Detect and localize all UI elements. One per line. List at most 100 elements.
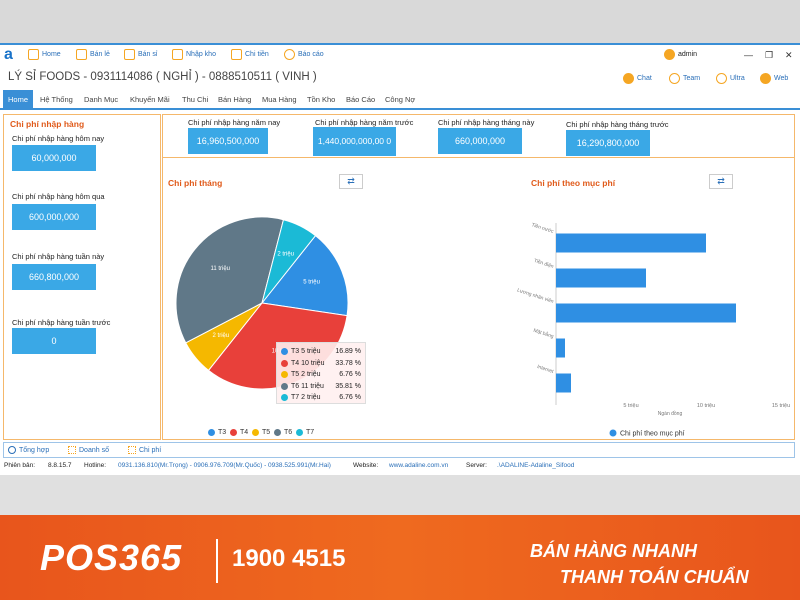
pie-slice-label: 11 triệu [210, 266, 230, 272]
menu-sales[interactable]: Bán Hàng [218, 95, 251, 104]
legend-dot-icon [281, 382, 288, 390]
toolbar-report-button[interactable]: Báo cáo [284, 49, 324, 60]
legend-label: T6 [284, 429, 293, 436]
tooltip-row: T4 10 triệu 33.78 % [281, 358, 361, 370]
bar-1[interactable] [556, 268, 646, 288]
legend-dot-icon [296, 429, 303, 436]
toolbar-label: Nhập kho [186, 51, 216, 58]
minimize-button[interactable]: — [744, 50, 753, 60]
stat-label: Chi phí nhập hàng tuần này [12, 252, 105, 261]
home-icon [28, 49, 39, 60]
title-bar: LÝ SỈ FOODS - 0931114086 ( NGHỈ ) - 0888… [0, 67, 800, 89]
pie-chart-title: Chi phí tháng [168, 178, 223, 188]
team-button[interactable]: Team [669, 73, 700, 84]
pie-legend-item[interactable]: T7 [296, 429, 314, 436]
bar-0[interactable] [556, 233, 706, 253]
menu-home[interactable]: Home [3, 90, 34, 110]
stat-label: Chi phí nhập hàng năm trước [315, 118, 414, 127]
pie-slice-label: 5 triệu [303, 279, 320, 285]
cart-icon [124, 49, 135, 60]
ultra-button[interactable]: Ultra [716, 73, 745, 84]
toolbar-wholesale-button[interactable]: Bán sỉ [124, 49, 157, 60]
window-title: LÝ SỈ FOODS - 0931114086 ( NGHỈ ) - 0888… [8, 71, 317, 83]
tooltip-percent: 35.81 % [335, 382, 361, 390]
menu-purchase[interactable]: Mua Hàng [262, 95, 297, 104]
bar-2[interactable] [556, 303, 736, 323]
tab-label: Doanh số [79, 446, 109, 454]
bar-4[interactable] [556, 373, 571, 393]
banner-slogan-1: BÁN HÀNG NHANH [530, 541, 697, 561]
import-cost-panel: Chi phí nhập hàng Chi phí nhập hàng hôm … [3, 114, 161, 440]
pie-refresh-button[interactable]: ⇄ [339, 174, 363, 189]
refresh-icon: ⇄ [347, 176, 355, 186]
bar-category-label: Tiền điện [533, 258, 554, 270]
pie-tooltip: T3 5 triệu 16.89 % T4 10 triệu 33.78 % T5 2 … [276, 342, 366, 404]
status-bar: Phiên bản: 8.8.15.7 Hotline: 0931.136.81… [0, 460, 800, 474]
toolbar-label: Chi tiền [245, 51, 269, 58]
pie-slice-label: 2 triệu [277, 251, 294, 257]
pie-legend-item[interactable]: T6 [274, 429, 292, 436]
website-link[interactable]: www.adaline.com.vn [389, 462, 448, 469]
bar-category-label: Lương nhân viên [516, 287, 554, 305]
stat-value: 1,440,000,000,00 0 [313, 127, 396, 156]
circle-icon [8, 446, 16, 454]
menu-finance[interactable]: Thu Chi [182, 95, 208, 104]
bar-tick-label: 5 triệu [623, 403, 638, 409]
web-button[interactable]: Web [760, 73, 788, 84]
toolbar-label: Báo cáo [298, 51, 324, 58]
toolbar-import-button[interactable]: Nhập kho [172, 49, 216, 60]
hotline-label: Hotline: [84, 462, 107, 469]
restore-button[interactable]: ❐ [765, 50, 773, 61]
legend-dot-icon [208, 429, 215, 436]
menu-inventory[interactable]: Tồn Kho [307, 95, 335, 104]
user-menu[interactable]: admin [664, 49, 697, 60]
app-window: a Home Bán lẻ Bán sỉ Nhập kho Chi tiền B… [0, 43, 800, 475]
version-label: Phiên bản: [4, 462, 36, 469]
grid-icon [128, 446, 136, 454]
menu-promotion[interactable]: Khuyến Mãi [130, 95, 170, 104]
pos365-logo: POS365 [40, 537, 183, 578]
toolbar-expense-button[interactable]: Chi tiền [231, 49, 269, 60]
legend-dot-icon [609, 429, 617, 437]
bar-legend-label[interactable]: Chi phí theo mục phí [620, 431, 685, 438]
toolbar-home-button[interactable]: Home [28, 49, 61, 60]
tab-expense[interactable]: Chi phí [128, 446, 161, 454]
bar-tick-label: 10 triệu [697, 403, 715, 409]
website-label: Website: [353, 462, 379, 469]
stat-value: 660,800,000 [12, 264, 96, 290]
globe-icon [760, 73, 771, 84]
main-toolbar: a Home Bán lẻ Bán sỉ Nhập kho Chi tiền B… [0, 45, 800, 67]
bar-3[interactable] [556, 338, 565, 358]
chat-button[interactable]: Chat [623, 73, 652, 84]
money-icon [231, 49, 242, 60]
bar-refresh-button[interactable]: ⇄ [709, 174, 733, 189]
menu-system[interactable]: Hệ Thống [40, 95, 73, 104]
bar-chart-title: Chi phí theo mục phí [531, 178, 616, 188]
stat-value: 16,960,500,000 [188, 128, 268, 154]
grid-icon [68, 446, 76, 454]
legend-dot-icon [252, 429, 259, 436]
tooltip-percent: 6.76 % [339, 371, 361, 379]
bar-category-label: Mặt bằng [533, 327, 555, 340]
pie-legend-item[interactable]: T3 [208, 429, 226, 436]
toolbar-label: Bán sỉ [138, 51, 158, 58]
close-button[interactable]: ✕ [785, 50, 793, 61]
ultra-label: Ultra [730, 75, 745, 82]
server-value: .\ADALINE-Adaline_Sifood [497, 462, 575, 469]
menu-reports[interactable]: Báo Cáo [346, 95, 375, 104]
tab-summary[interactable]: Tổng hợp [8, 446, 49, 454]
menu-catalog[interactable]: Danh Mục [84, 95, 118, 104]
tab-revenue[interactable]: Doanh số [68, 446, 109, 454]
legend-dot-icon [281, 394, 288, 402]
pie-legend-item[interactable]: T5 [252, 429, 270, 436]
stat-value: 660,000,000 [438, 128, 522, 154]
chat-label: Chat [637, 75, 652, 82]
stat-label: Chi phí nhập hàng tháng này [438, 118, 535, 127]
toolbar-retail-button[interactable]: Bán lẻ [76, 49, 110, 60]
stat-label: Chi phí nhập hàng tuần trước [12, 318, 111, 327]
menu-debt[interactable]: Công Nợ [385, 95, 415, 104]
pie-slice-label: 2 triệu [213, 333, 230, 339]
tooltip-percent: 33.78 % [335, 359, 361, 367]
toolbar-label: Home [42, 51, 61, 58]
pie-legend-item[interactable]: T4 [230, 429, 248, 436]
